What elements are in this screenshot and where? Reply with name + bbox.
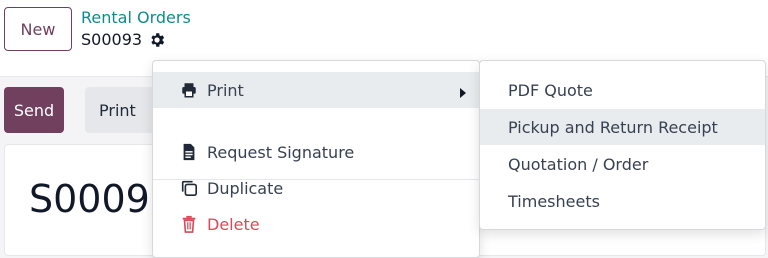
menu-item-label: Duplicate <box>207 178 284 198</box>
file-icon <box>179 142 199 162</box>
submenu-item-pdf-quote[interactable]: PDF Quote <box>480 72 765 108</box>
actions-dropdown: Print Request Signature Duplicate Delete <box>152 60 480 258</box>
menu-item-duplicate[interactable]: Duplicate <box>153 170 479 206</box>
breadcrumb-current-record: S00093 <box>81 30 166 49</box>
print-submenu: PDF Quote Pickup and Return Receipt Quot… <box>479 60 766 230</box>
menu-item-request-signature[interactable]: Request Signature <box>153 134 479 170</box>
trash-icon <box>179 214 199 234</box>
caret-right-icon <box>459 84 467 103</box>
send-button[interactable]: Send <box>4 87 64 133</box>
gear-icon[interactable] <box>148 31 166 49</box>
print-icon <box>179 80 199 100</box>
submenu-item-timesheets[interactable]: Timesheets <box>480 183 765 219</box>
print-button[interactable]: Print <box>85 87 157 133</box>
menu-item-delete[interactable]: Delete <box>153 206 479 242</box>
record-title: S0009 <box>29 177 150 221</box>
submenu-item-pickup-return-receipt[interactable]: Pickup and Return Receipt <box>480 109 765 145</box>
new-button[interactable]: New <box>4 7 72 51</box>
menu-item-print[interactable]: Print <box>153 72 479 108</box>
menu-item-label: Request Signature <box>207 142 355 162</box>
duplicate-icon <box>179 178 199 198</box>
record-id-label: S00093 <box>81 30 143 49</box>
menu-item-label: Print <box>207 80 244 100</box>
breadcrumb-rental-orders[interactable]: Rental Orders <box>81 8 191 27</box>
submenu-item-quotation-order[interactable]: Quotation / Order <box>480 146 765 182</box>
menu-item-label: Delete <box>207 214 260 234</box>
